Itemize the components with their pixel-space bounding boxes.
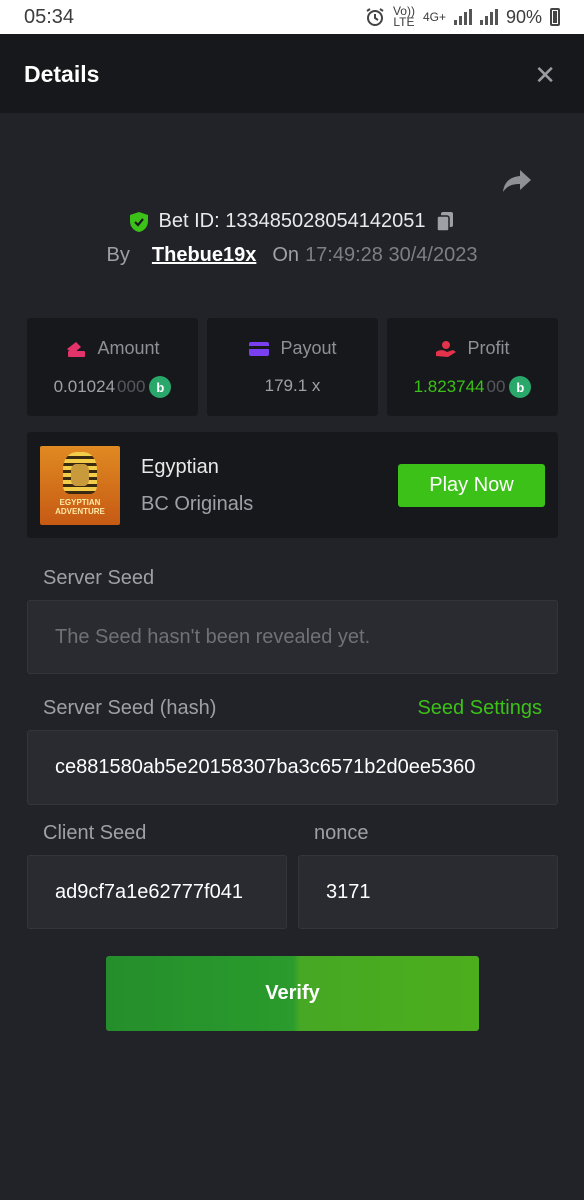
share-icon[interactable] [502,168,532,194]
close-icon[interactable]: ✕ [534,60,556,91]
bet-id-row: Bet ID: 133485028054142051 [0,210,584,233]
page-title: Details [24,61,100,87]
verify-button[interactable]: Verify [106,956,479,1031]
payout-label: Payout [280,338,337,358]
volte-indicator: Vo)) LTE [392,4,415,29]
battery-percent: 90% [505,6,542,27]
status-time: 05:34 [24,6,75,28]
payout-card: Payout 179.1 x [207,318,378,416]
profit-label: Profit [467,338,510,358]
game-provider: BC Originals [141,493,254,515]
seed-settings-link[interactable]: Seed Settings [417,697,542,720]
network-indicator: 4G+ [422,9,446,24]
game-thumbnail[interactable]: EGYPTIAN ADVENTURE [40,446,120,525]
server-seed-field: The Seed hasn't been revealed yet. [27,600,558,674]
copy-icon[interactable] [435,211,455,233]
username-link[interactable]: Thebue19x [152,244,256,267]
nonce-field[interactable]: 3171 [298,855,558,929]
server-seed-hash-label: Server Seed (hash) [43,697,217,719]
alarm-icon [366,8,384,26]
bet-byline: By Thebue19x On 17:49:28 30/4/2023 [0,244,584,267]
client-seed-field[interactable]: ad9cf7a1e62777f041 [27,855,287,929]
server-seed-hash-field[interactable]: ce881580ab5e20158307ba3c6571b2d0ee5360 [27,730,558,805]
play-now-button[interactable]: Play Now [398,464,545,507]
status-icons: Vo)) LTE 4G+ 90% [365,4,560,29]
by-label: By [106,244,130,266]
game-name: Egyptian [141,456,219,478]
bcd-coin-icon: b [509,376,532,398]
profit-value: 1.823744 00 b [387,376,558,398]
bet-id: Bet ID: 133485028054142051 [158,210,426,232]
bet-datetime: 17:49:28 30/4/2023 [305,244,478,266]
server-seed-label: Server Seed [43,567,155,589]
profit-icon [436,340,457,357]
shield-icon [129,211,148,232]
nonce-label: nonce [314,822,369,844]
bcd-coin-icon: b [149,376,172,398]
on-label: On [272,244,300,266]
signal-icon-2 [479,9,498,25]
wallet-icon [249,341,270,356]
amount-label: Amount [97,338,160,358]
game-card: EGYPTIAN ADVENTURE Egyptian BC Originals… [27,432,558,538]
amount-card: Amount 0.01024 000 b [27,318,198,416]
amount-icon [67,341,86,357]
payout-value: 179.1 x [264,376,321,395]
client-seed-label: Client Seed [43,822,147,844]
amount-value: 0.01024 000 b [27,376,198,398]
signal-icon [453,9,472,25]
details-header: Details ✕ [0,34,584,113]
status-bar: 05:34 Vo)) LTE 4G+ 90% [0,0,584,34]
profit-card: Profit 1.823744 00 b [387,318,558,416]
battery-icon [550,8,560,26]
